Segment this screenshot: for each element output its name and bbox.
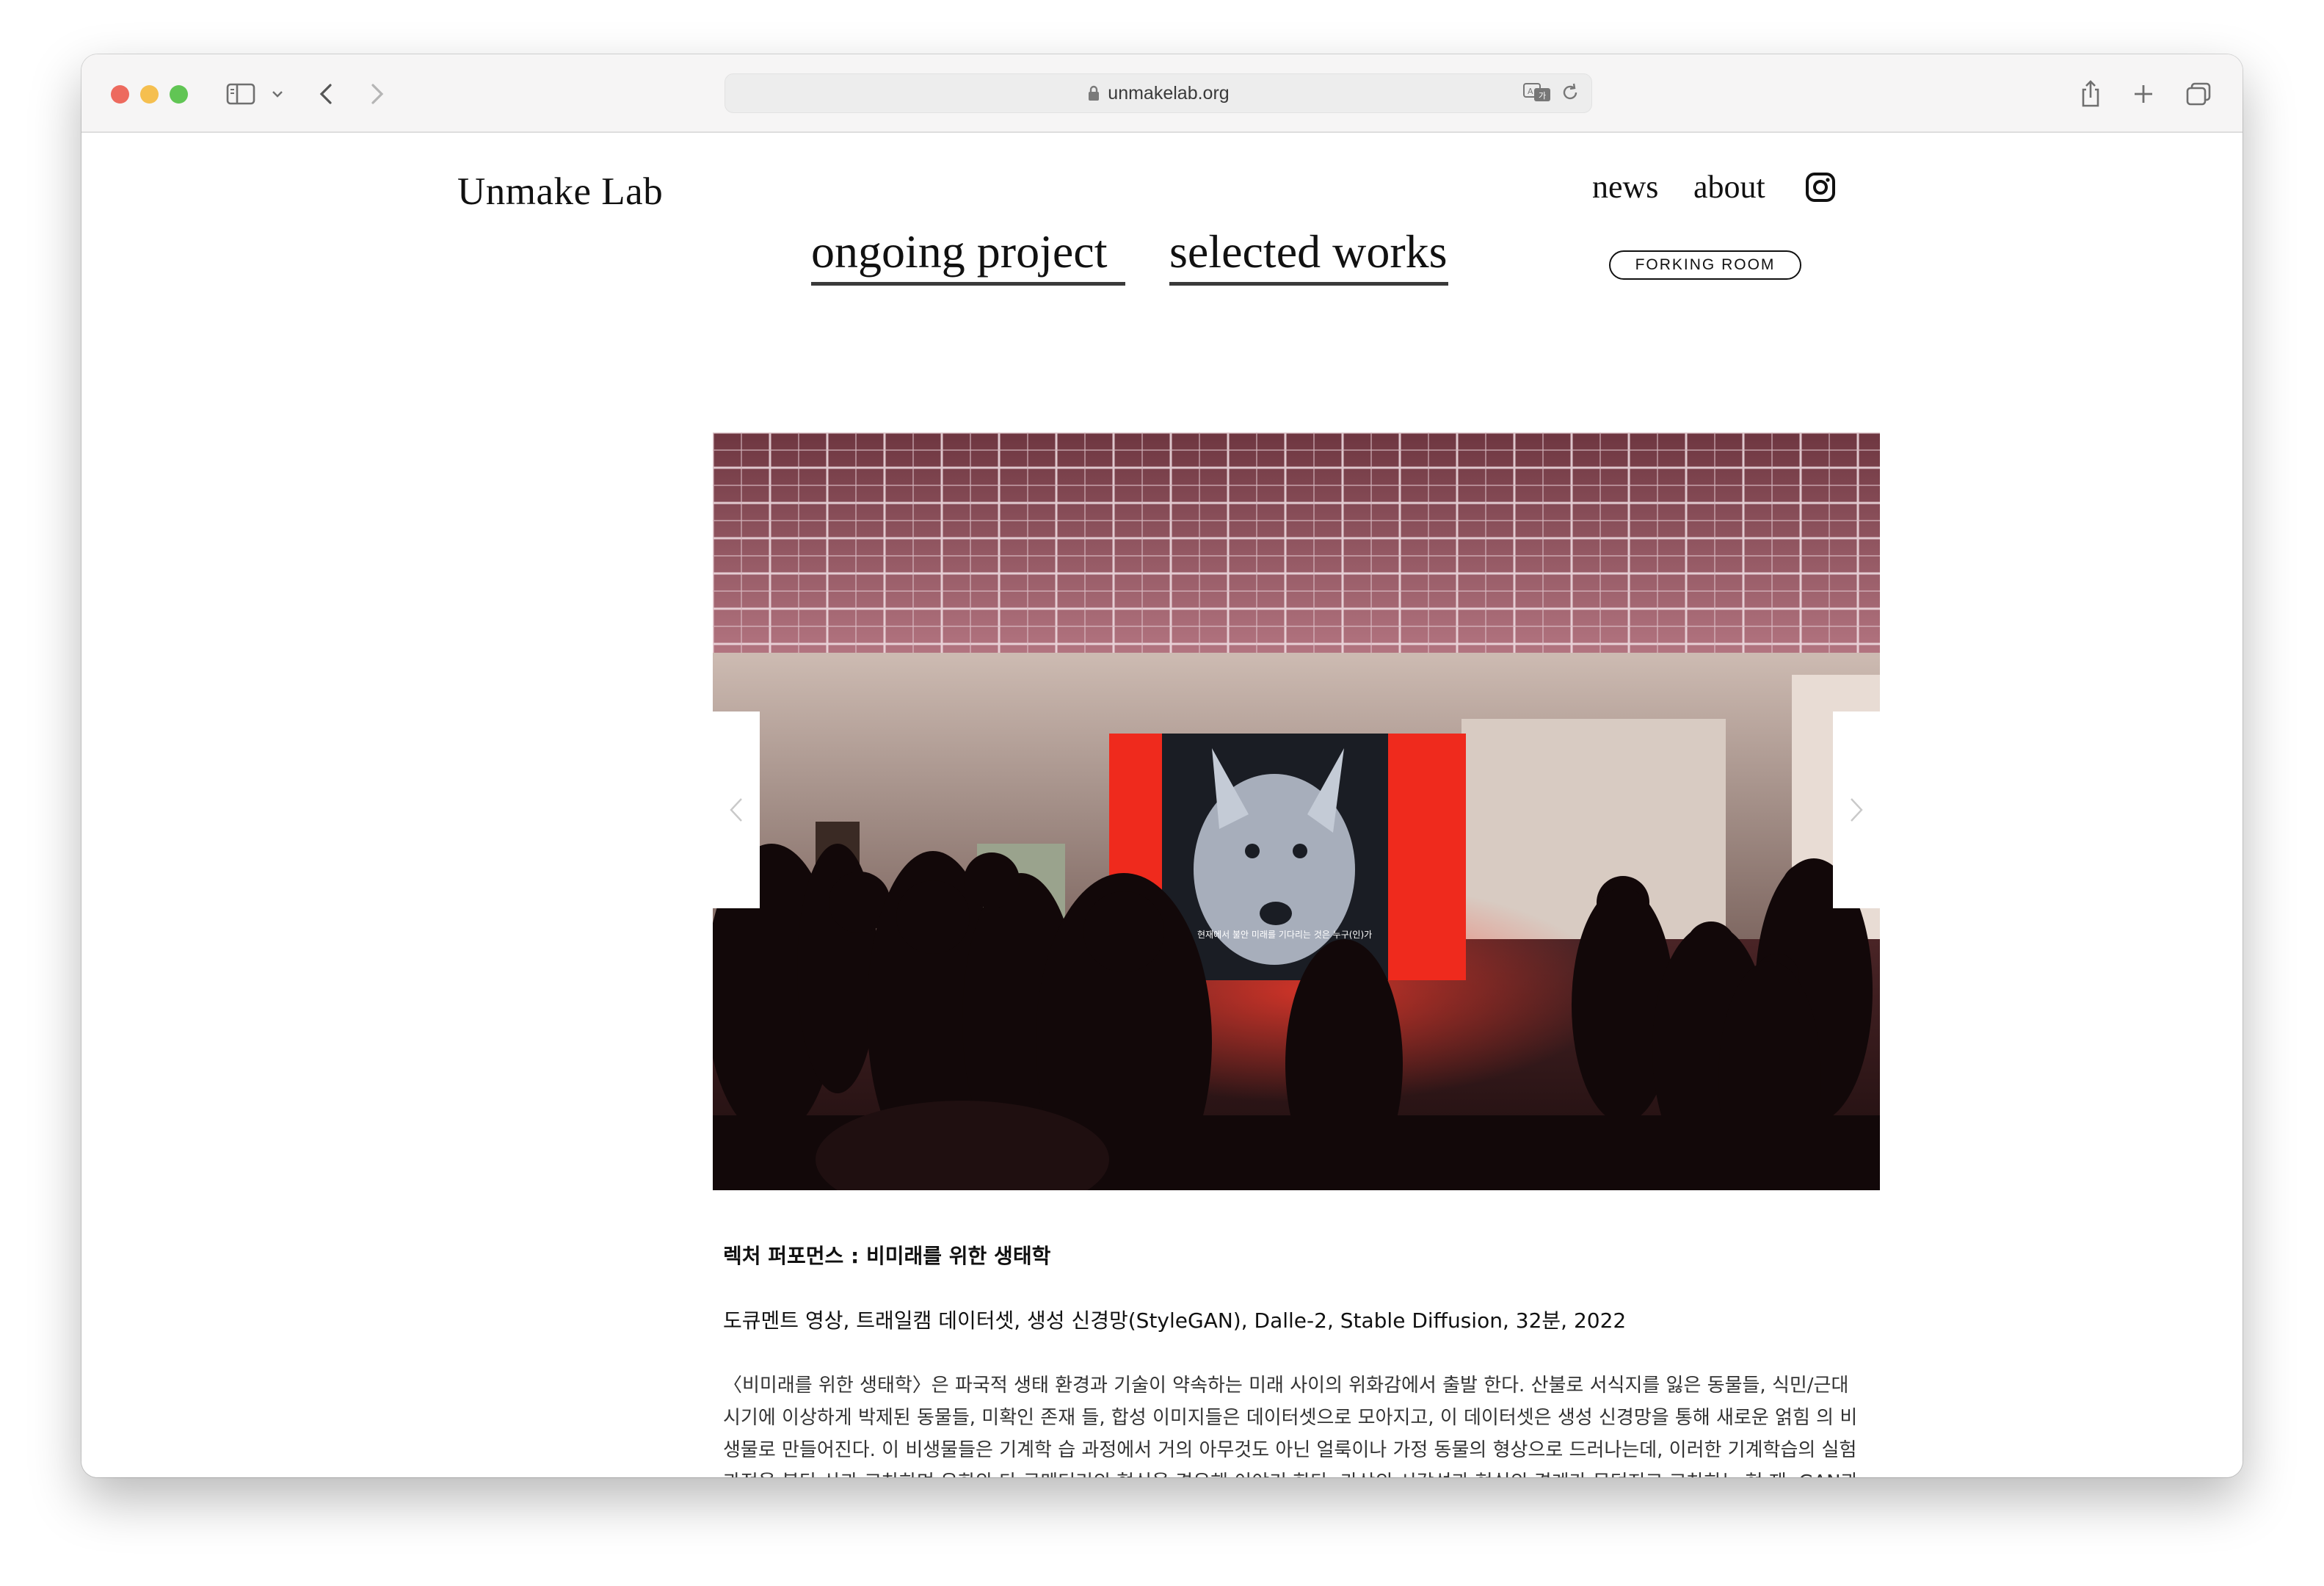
sidebar-toggle-icon[interactable] bbox=[224, 75, 258, 113]
browser-window: unmakelab.org A가 Unmake Lab news about o… bbox=[81, 54, 2243, 1477]
lock-icon bbox=[1087, 84, 1100, 102]
browser-toolbar: unmakelab.org A가 bbox=[81, 54, 2243, 133]
close-window-button[interactable] bbox=[111, 85, 129, 104]
slider-prev-button[interactable] bbox=[713, 711, 760, 908]
svg-text:A: A bbox=[1528, 87, 1533, 96]
work-image-slider: 현재에서 불안 미래를 기다리는 것은 누구(인)가 bbox=[713, 432, 1880, 1190]
chevron-left-icon bbox=[730, 798, 742, 822]
work-title: 렉처 퍼포먼스 : 비미래를 위한 생태학 bbox=[723, 1244, 1051, 1268]
chevron-right-icon bbox=[1851, 798, 1863, 822]
forward-arrow-icon[interactable] bbox=[366, 75, 388, 113]
forking-room-button[interactable]: FORKING ROOM bbox=[1609, 250, 1801, 280]
desktop-background: unmakelab.org A가 Unmake Lab news about o… bbox=[0, 0, 2324, 1586]
minimize-window-button[interactable] bbox=[140, 85, 159, 104]
share-icon[interactable] bbox=[2078, 75, 2103, 113]
exhibition-photo: 현재에서 불안 미래를 기다리는 것은 누구(인)가 bbox=[713, 432, 1880, 1190]
instagram-icon[interactable] bbox=[1805, 172, 1836, 203]
screen-subtitle: 현재에서 불안 미래를 기다리는 것은 누구(인)가 bbox=[1197, 930, 1372, 940]
address-bar[interactable]: unmakelab.org A가 bbox=[725, 73, 1592, 113]
nav-about-link[interactable]: about bbox=[1693, 168, 1765, 206]
nav-news-link[interactable]: news bbox=[1592, 168, 1658, 206]
reload-icon[interactable] bbox=[1561, 82, 1580, 106]
back-arrow-icon[interactable] bbox=[315, 75, 337, 113]
web-page: Unmake Lab news about ongoing project se… bbox=[81, 133, 2243, 1477]
chevron-down-icon[interactable] bbox=[269, 75, 286, 113]
tab-selected-works[interactable]: selected works bbox=[1169, 227, 1448, 286]
work-description: 〈비미래를 위한 생태학〉은 파국적 생태 환경과 기술이 약속하는 미래 사이… bbox=[723, 1375, 1859, 1477]
zoom-window-button[interactable] bbox=[170, 85, 188, 104]
svg-text:가: 가 bbox=[1539, 91, 1546, 101]
tab-ongoing-project[interactable]: ongoing project bbox=[811, 227, 1125, 286]
translate-icon[interactable]: A가 bbox=[1522, 82, 1552, 106]
new-tab-plus-icon[interactable] bbox=[2131, 75, 2156, 113]
slider-next-button[interactable] bbox=[1833, 711, 1880, 908]
work-medium: 도큐멘트 영상, 트래일캠 데이터셋, 생성 신경망(StyleGAN), Da… bbox=[723, 1308, 1627, 1333]
address-text: unmakelab.org bbox=[1108, 82, 1230, 104]
site-logo[interactable]: Unmake Lab bbox=[457, 170, 663, 214]
tab-overview-icon[interactable] bbox=[2184, 75, 2213, 113]
